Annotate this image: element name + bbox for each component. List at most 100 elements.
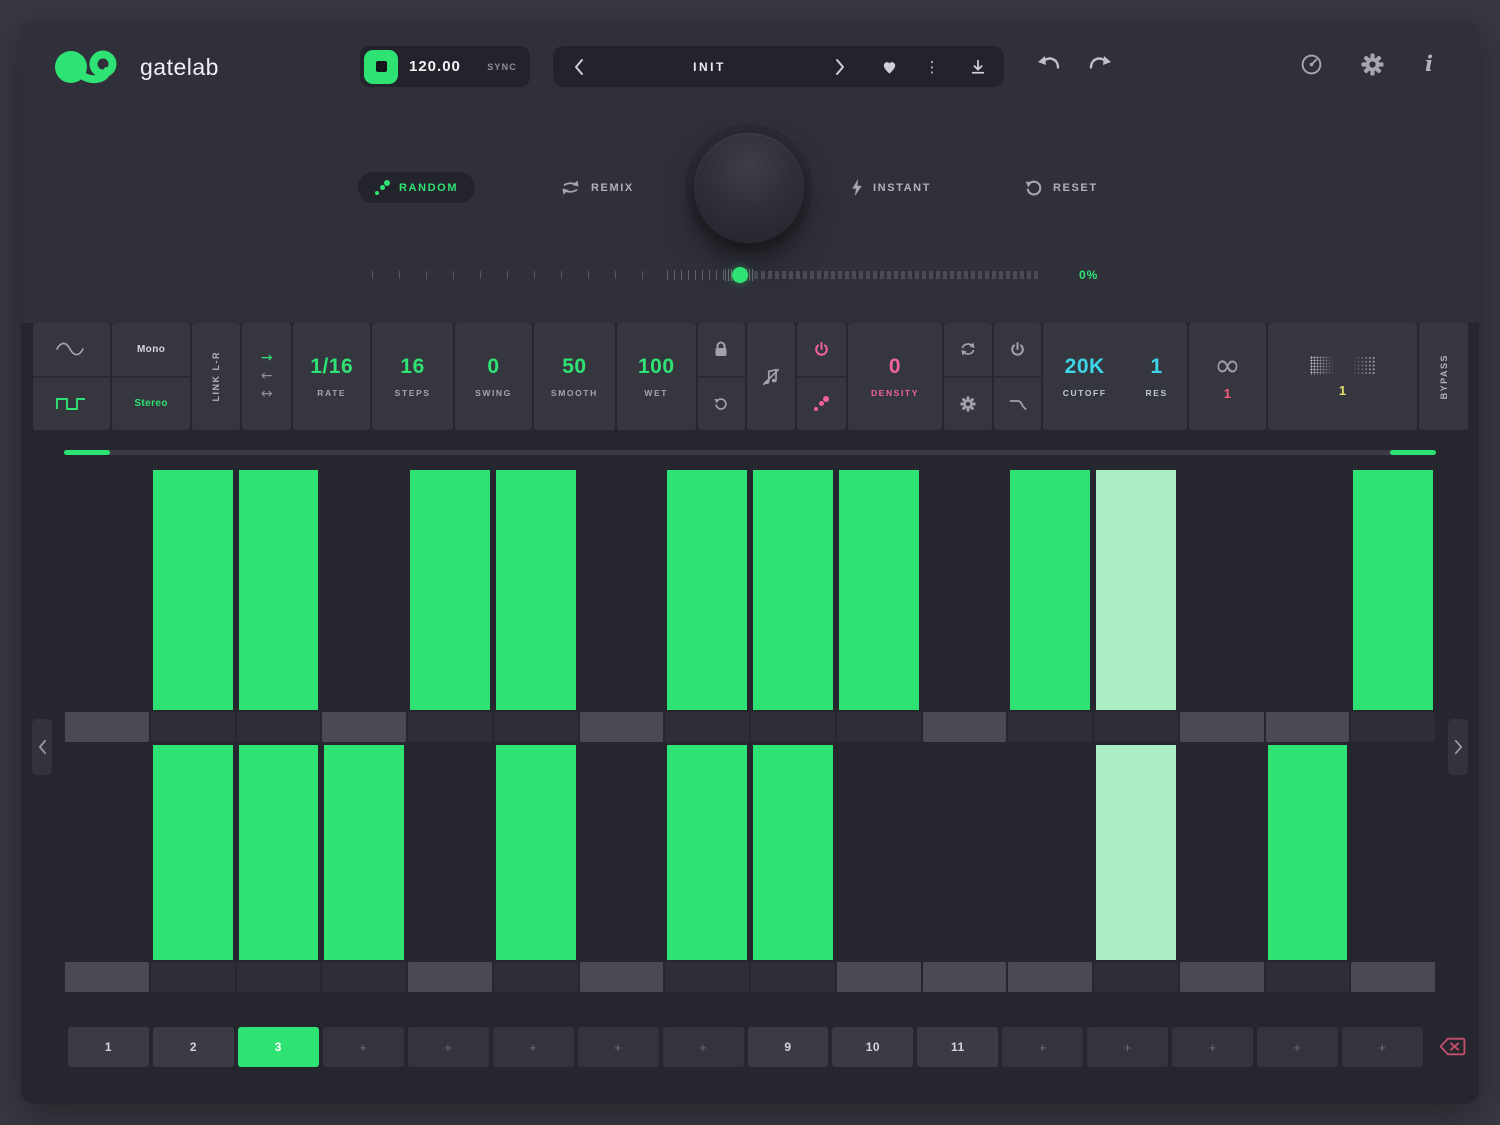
pattern-slot-1[interactable]: 1 [68,1027,149,1067]
mono-button[interactable]: Mono [112,323,189,376]
step-8[interactable] [664,745,750,960]
zero-cell-step-2[interactable] [151,712,235,742]
slider-track[interactable] [754,271,1038,279]
zero-cell-step-9[interactable] [751,712,835,742]
direction-forward-button[interactable]: → [261,353,273,364]
zero-cell-step-13[interactable] [1094,712,1178,742]
step-10[interactable] [836,455,922,710]
zero-cell-step-11[interactable] [923,962,1007,992]
zero-cell-step-1[interactable] [65,712,149,742]
step-16[interactable] [1350,745,1436,960]
density-power-button[interactable] [797,323,846,376]
midi-knob-button[interactable] [1300,53,1323,76]
zero-cell-step-3[interactable] [237,962,321,992]
step-2[interactable] [150,455,236,710]
step-3[interactable] [236,745,322,960]
zero-cell-step-16[interactable] [1351,962,1435,992]
step-11[interactable] [922,455,1008,710]
reroll-button[interactable] [698,378,745,431]
pattern-slot-6[interactable]: + [493,1027,574,1067]
pattern-slot-9[interactable]: 9 [748,1027,829,1067]
zero-cell-step-14[interactable] [1180,962,1264,992]
wet-control[interactable]: 100 WET [617,323,696,430]
zero-cell-step-2[interactable] [151,962,235,992]
zero-cell-step-10[interactable] [837,962,921,992]
step-4[interactable] [321,455,407,710]
pattern-slot-11[interactable]: 11 [917,1027,998,1067]
zero-cell-step-9[interactable] [751,962,835,992]
zero-cell-step-15[interactable] [1266,712,1350,742]
bpm-value[interactable]: 120.00 [409,58,461,75]
res-control[interactable]: 1 RES [1126,355,1187,398]
zero-cell-step-4[interactable] [322,712,406,742]
delete-pattern-button[interactable] [1439,1037,1466,1056]
page-right-button[interactable] [1448,719,1468,775]
step-7[interactable] [579,455,665,710]
favorite-button[interactable] [866,46,912,87]
filter-settings-button[interactable] [944,378,992,431]
step-5[interactable] [407,455,493,710]
mute-note-toggle[interactable] [747,323,796,430]
step-14[interactable] [1179,455,1265,710]
zero-cell-step-6[interactable] [494,962,578,992]
step-9[interactable] [750,455,836,710]
stereo-button[interactable]: Stereo [112,378,189,431]
zero-cell-step-11[interactable] [923,712,1007,742]
remix-button[interactable]: REMIX [560,172,634,203]
density-dots-button[interactable] [797,378,846,431]
step-4[interactable] [321,745,407,960]
zero-cell-step-3[interactable] [237,712,321,742]
pattern-slot-13[interactable]: + [1087,1027,1168,1067]
step-13[interactable] [1093,455,1179,710]
step-1[interactable] [64,455,150,710]
zero-cell-step-7[interactable] [580,962,664,992]
sync-toggle[interactable]: SYNC [487,62,517,72]
zero-cell-step-10[interactable] [837,712,921,742]
repeat-control[interactable]: ∞ 1 [1189,323,1265,430]
slider-thumb[interactable] [732,267,748,283]
step-9[interactable] [750,745,836,960]
step-6[interactable] [493,455,579,710]
filter-type-button[interactable] [994,378,1042,431]
pattern-slot-4[interactable]: + [323,1027,404,1067]
zero-cell-step-8[interactable] [665,712,749,742]
step-13[interactable] [1093,745,1179,960]
link-lr-toggle[interactable]: LINK L-R [192,323,241,430]
main-knob[interactable] [694,133,804,243]
step-16[interactable] [1350,455,1436,710]
page-left-button[interactable] [32,719,52,775]
square-wave-button[interactable] [33,378,110,431]
filter-sync-button[interactable] [944,323,992,376]
step-12[interactable] [1007,745,1093,960]
lock-button[interactable] [698,323,745,376]
step-14[interactable] [1179,745,1265,960]
zero-cell-step-15[interactable] [1266,962,1350,992]
density-control[interactable]: 0 DENSITY [848,323,942,430]
smooth-control[interactable]: 50 SMOOTH [534,323,614,430]
zero-cell-step-5[interactable] [408,962,492,992]
step-11[interactable] [922,745,1008,960]
redo-button[interactable] [1087,55,1112,73]
zero-cell-step-7[interactable] [580,712,664,742]
filter-power-button[interactable] [994,323,1042,376]
pattern-slot-16[interactable]: + [1342,1027,1423,1067]
step-15[interactable] [1265,745,1351,960]
step-12[interactable] [1007,455,1093,710]
undo-button[interactable] [1037,55,1062,73]
zero-cell-step-5[interactable] [408,712,492,742]
zero-cell-step-4[interactable] [322,962,406,992]
step-6[interactable] [493,745,579,960]
preset-name[interactable]: INIT [605,60,814,74]
preset-next-button[interactable] [814,46,866,87]
pattern-slot-8[interactable]: + [663,1027,744,1067]
bypass-toggle[interactable]: BYPASS [1419,323,1468,430]
zero-cell-step-14[interactable] [1180,712,1264,742]
direction-backward-button[interactable]: ← [261,371,273,382]
swing-control[interactable]: 0 SWING [455,323,532,430]
pattern-slot-7[interactable]: + [578,1027,659,1067]
pattern-slot-10[interactable]: 10 [832,1027,913,1067]
settings-button[interactable] [1361,53,1384,76]
instant-button[interactable]: INSTANT [851,172,931,203]
info-button[interactable]: i [1425,51,1433,76]
zero-cell-step-1[interactable] [65,962,149,992]
